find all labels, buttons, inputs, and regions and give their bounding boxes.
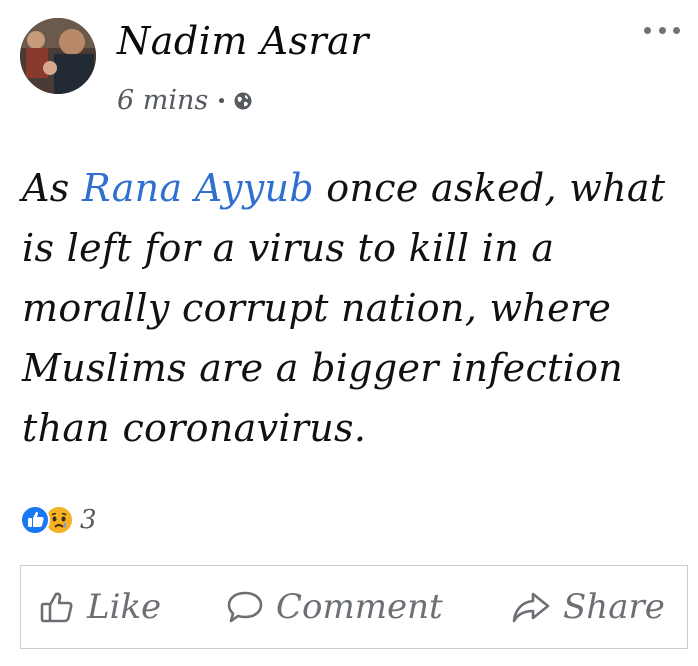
post-text-prefix: As <box>22 166 82 210</box>
author-name[interactable]: Nadim Asrar <box>117 18 369 64</box>
reaction-count[interactable]: 3 <box>80 505 97 535</box>
post-meta: 6 mins • <box>117 84 253 118</box>
share-label: Share <box>563 587 665 627</box>
post-action-bar: Like Comment Share <box>20 565 688 649</box>
mention-link[interactable]: Rana Ayyub <box>82 166 314 210</box>
share-arrow-icon <box>511 589 551 625</box>
comment-bubble-icon <box>226 589 264 625</box>
avatar-image <box>20 18 96 94</box>
facebook-post: Nadim Asrar 6 mins • As Rana Ayyub once … <box>0 0 698 666</box>
meta-separator: • <box>216 90 227 112</box>
author-avatar[interactable] <box>20 18 96 94</box>
comment-label: Comment <box>276 587 443 627</box>
reactions-summary[interactable]: 3 <box>20 505 97 535</box>
more-options-icon[interactable] <box>644 22 680 38</box>
post-timestamp[interactable]: 6 mins <box>117 84 208 118</box>
like-label: Like <box>87 587 162 627</box>
thumbs-up-icon <box>39 589 75 625</box>
like-button[interactable]: Like <box>39 566 161 648</box>
post-text: As Rana Ayyub once asked, what is left f… <box>22 158 682 458</box>
comment-button[interactable]: Comment <box>226 566 443 648</box>
share-button[interactable]: Share <box>511 566 665 648</box>
like-reaction-icon <box>20 505 50 535</box>
globe-icon[interactable] <box>233 91 253 111</box>
